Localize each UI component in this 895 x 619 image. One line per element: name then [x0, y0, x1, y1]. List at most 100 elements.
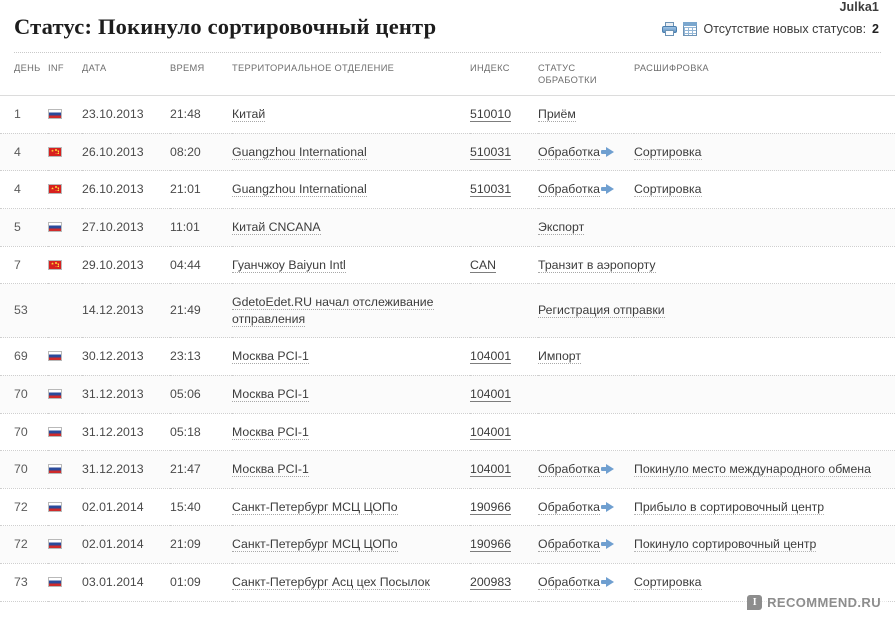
office-label: Москва PCI-1 [232, 462, 309, 478]
page-header: Julka1 Статус: Покинуло сортировочный це… [0, 0, 895, 52]
status-note-text: Отсутствие новых статусов: [703, 22, 867, 36]
index-link[interactable]: 104001 [470, 349, 512, 365]
table-row[interactable]: 53 14.12.2013 21:49 GdetoEdet.RU начал отсл… [0, 283, 895, 339]
index-link[interactable]: 510031 [470, 144, 512, 160]
cell-status: Экспорт [538, 208, 634, 247]
table-row[interactable]: 4 26.10.2013 08:20 Guangzhou International 5… [0, 133, 895, 172]
cell-office: Китай [232, 95, 470, 134]
cell-description [634, 283, 895, 339]
col-header-status[interactable]: Статус обработки [538, 53, 634, 97]
printer-icon[interactable] [662, 22, 678, 36]
flag-china-icon [48, 184, 62, 195]
arrow-right-icon [601, 501, 615, 512]
index-link[interactable]: 510010 [470, 107, 512, 123]
cell-inf [48, 337, 82, 376]
cell-status: Регистрация отправки [538, 283, 665, 339]
arrow-right-icon [601, 539, 615, 550]
cell-date: 26.10.2013 [82, 133, 170, 172]
calendar-icon[interactable] [683, 22, 698, 36]
table-row[interactable]: 72 02.01.2014 15:40 Санкт-Петербург МСЦ ЦОП… [0, 488, 895, 527]
cell-time: 05:18 [170, 413, 232, 452]
cell-inf [48, 246, 82, 285]
col-header-time[interactable]: Время [170, 53, 232, 97]
col-header-inf[interactable]: Inf [48, 53, 82, 97]
flag-russia-icon [48, 109, 62, 120]
cell-office: Guangzhou International [232, 170, 470, 209]
table-row[interactable]: 5 27.10.2013 11:01 Китай CNCANA Экспорт [0, 208, 895, 247]
cell-index: 510031 [470, 133, 538, 172]
status-note-count: 2 [872, 22, 879, 36]
office-label: GdetoEdet.RU начал отслеживание отправле… [232, 295, 434, 327]
cell-time: 21:47 [170, 450, 232, 489]
index-link[interactable]: CAN [470, 257, 496, 273]
cell-status: Обработка [538, 170, 634, 209]
cell-inf [48, 488, 82, 527]
watermark-badge: I [747, 595, 763, 610]
cell-day: 4 [0, 170, 48, 209]
cell-time: 05:06 [170, 375, 232, 414]
cell-date: 29.10.2013 [82, 246, 170, 285]
index-link[interactable]: 200983 [470, 574, 512, 590]
cell-index: 104001 [470, 413, 538, 452]
index-link[interactable]: 104001 [470, 424, 512, 440]
table-row[interactable]: 4 26.10.2013 21:01 Guangzhou International 5… [0, 170, 895, 209]
description-label: Сортировка [634, 574, 702, 590]
office-label: Guangzhou International [232, 144, 367, 160]
cell-day: 72 [0, 525, 48, 564]
index-link[interactable]: 104001 [470, 386, 512, 402]
description-label: Прибыло в сортировочный центр [634, 499, 825, 515]
cell-time: 21:48 [170, 95, 232, 134]
index-link[interactable]: 104001 [470, 462, 512, 478]
status-note: Отсутствие новых статусов: 2 [662, 22, 879, 36]
cell-index: 104001 [470, 375, 538, 414]
cell-description: Покинуло место международного обмена [634, 450, 895, 489]
cell-office: Санкт-Петербург МСЦ ЦОПо [232, 488, 470, 527]
cell-office: Санкт-Петербург Асц цех Посылок [232, 563, 470, 602]
arrow-right-icon [601, 464, 615, 475]
cell-index: 104001 [470, 450, 538, 489]
office-label: Москва PCI-1 [232, 386, 309, 402]
cell-date: 02.01.2014 [82, 488, 170, 527]
description-label: Покинуло сортировочный центр [634, 537, 817, 553]
col-header-day[interactable]: День [0, 53, 48, 97]
cell-time: 15:40 [170, 488, 232, 527]
table-row[interactable]: 70 31.12.2013 21:47 Москва PCI-1 104001 Обраб… [0, 450, 895, 489]
table-row[interactable]: 1 23.10.2013 21:48 Китай 510010 Приём [0, 95, 895, 134]
cell-description [634, 95, 895, 134]
office-label: Санкт-Петербург МСЦ ЦОПо [232, 537, 398, 553]
table-row[interactable]: 72 02.01.2014 21:09 Санкт-Петербург МСЦ ЦОП… [0, 525, 895, 564]
status-label: Обработка [538, 537, 601, 553]
flag-china-icon [48, 146, 62, 157]
col-header-date[interactable]: Дата [82, 53, 170, 97]
cell-date: 30.12.2013 [82, 337, 170, 376]
table-row[interactable]: 70 31.12.2013 05:06 Москва PCI-1 104001 [0, 375, 895, 414]
status-label: Импорт [538, 349, 581, 365]
cell-status: Приём [538, 95, 634, 134]
index-link[interactable]: 510031 [470, 182, 512, 198]
cell-status: Обработка [538, 450, 634, 489]
office-label: Москва PCI-1 [232, 424, 309, 440]
cell-time: 08:20 [170, 133, 232, 172]
username-label[interactable]: Julka1 [839, 0, 879, 14]
index-link[interactable]: 190966 [470, 499, 512, 515]
table-row[interactable]: 69 30.12.2013 23:13 Москва PCI-1 104001 Импор… [0, 337, 895, 376]
cell-office: Санкт-Петербург МСЦ ЦОПо [232, 525, 470, 564]
cell-day: 70 [0, 375, 48, 414]
cell-description: Покинуло сортировочный центр [634, 525, 895, 564]
tracking-table: День Inf Дата Время Территориальное отде… [0, 53, 895, 602]
table-row[interactable]: 7 29.10.2013 04:44 Гуанчжоу Baiyun Intl CAN Т… [0, 246, 895, 285]
index-link[interactable]: 190966 [470, 537, 512, 553]
page-root: Julka1 Статус: Покинуло сортировочный це… [0, 0, 895, 619]
table-row[interactable]: 70 31.12.2013 05:18 Москва PCI-1 104001 [0, 413, 895, 452]
cell-status: Обработка [538, 133, 634, 172]
cell-inf [48, 170, 82, 209]
cell-office: Guangzhou International [232, 133, 470, 172]
cell-index: 510010 [470, 95, 538, 134]
col-header-desc[interactable]: Расшифровка [634, 53, 895, 97]
cell-description [634, 375, 895, 414]
status-label: Приём [538, 107, 576, 123]
col-header-office[interactable]: Территориальное отделение [232, 53, 470, 97]
office-label: Китай [232, 107, 266, 123]
cell-index: 190966 [470, 525, 538, 564]
col-header-index[interactable]: Индекс [470, 53, 538, 97]
